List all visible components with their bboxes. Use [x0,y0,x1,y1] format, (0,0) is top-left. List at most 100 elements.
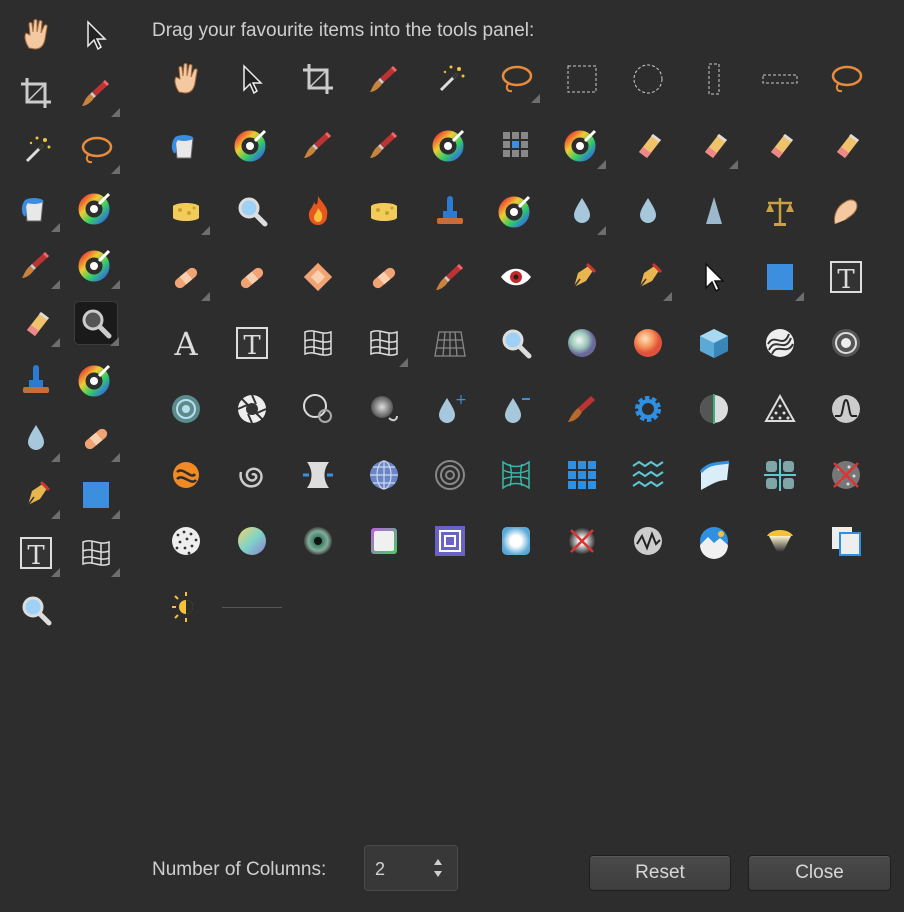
palette-tool-cross[interactable] [560,519,604,563]
palette-tool-artistic-text[interactable]: A [164,321,208,365]
panel-tool-mixer-brush[interactable] [74,243,120,289]
panel-tool-clone-stamp[interactable] [14,358,58,402]
palette-tool-swirl[interactable] [758,321,802,365]
palette-tool-twirl[interactable] [230,453,274,497]
palette-tool-node-pointer[interactable] [692,255,736,299]
palette-tool-lens[interactable] [296,387,340,431]
palette-tool-freehand-lasso[interactable] [824,57,868,101]
palette-tool-brush[interactable] [296,123,340,167]
palette-tool-flood-eraser[interactable] [824,123,868,167]
palette-tool-remove-noise[interactable] [824,453,868,497]
palette-tool-lasso[interactable] [494,57,540,103]
palette-tool-paint-brush[interactable] [362,57,406,101]
palette-tool-exposure[interactable] [164,585,208,629]
palette-tool-vignette-square[interactable] [494,519,538,563]
palette-tool-cube[interactable] [692,321,736,365]
palette-tool-mesh-warp[interactable] [296,321,340,365]
palette-tool-ripple[interactable] [824,321,868,365]
palette-tool-rectangle[interactable] [758,255,804,301]
palette-tool-marquee-ellipse[interactable] [626,57,670,101]
palette-tool-color-wheel[interactable] [230,123,274,167]
palette-tool-pen[interactable] [626,255,672,301]
panel-tool-fill-bucket[interactable] [14,186,60,232]
palette-tool-smudge-hand[interactable] [824,189,868,233]
stepper-arrows-icon[interactable] [431,856,445,880]
panel-tool-crop[interactable] [14,71,58,115]
palette-tool-zigzag[interactable] [626,453,670,497]
palette-tool-patch-bandage[interactable] [164,255,210,301]
palette-tool-marquee-column[interactable] [692,57,736,101]
palette-tool-gear[interactable] [626,387,670,431]
panel-tool-zoom[interactable] [14,588,58,632]
palette-tool-pinch[interactable] [296,453,340,497]
palette-tool-paint-mixer[interactable] [560,387,604,431]
panel-tool-patch-bandage[interactable] [74,416,120,462]
panel-tool-pen[interactable] [14,473,60,519]
palette-tool-blur-drop[interactable] [560,189,606,235]
palette-tool-sphere[interactable] [560,321,604,365]
columns-stepper[interactable]: 2 [364,845,458,891]
palette-tool-color-replace-brush[interactable] [560,123,606,169]
panel-tool-brush[interactable] [14,243,60,289]
palette-tool-fill-bucket[interactable] [164,123,208,167]
palette-tool-split[interactable] [758,453,802,497]
panel-tool-hand[interactable] [14,13,58,57]
panel-tool-zoom[interactable] [74,300,119,346]
palette-tool-retouch-brush[interactable] [494,189,538,233]
palette-tool-magic-wand[interactable] [428,57,472,101]
panel-tool-retouch-brush[interactable] [74,358,118,402]
palette-tool-smudge-cone[interactable] [692,189,736,233]
reset-button[interactable]: Reset [589,855,731,891]
palette-tool-landscape[interactable] [692,519,736,563]
palette-tool-zoom[interactable] [230,189,274,233]
palette-tool-globe[interactable] [362,453,406,497]
panel-tool-mesh-warp[interactable] [74,531,120,577]
palette-tool-emboss[interactable] [164,387,208,431]
palette-tool-marquee-row[interactable] [758,57,802,101]
panel-tool-rectangle[interactable] [74,473,120,519]
panel-tool-text-frame[interactable]: T [14,531,60,577]
palette-tool-mesh-warp[interactable] [362,321,408,367]
palette-tool-eye[interactable] [296,519,340,563]
palette-tool-hand[interactable] [164,57,208,101]
palette-tool-orange-swirl[interactable] [164,453,208,497]
palette-tool-noise[interactable] [164,519,208,563]
palette-tool-sponge[interactable] [164,189,210,235]
palette-tool-duplicate[interactable] [824,519,868,563]
palette-tool-lamp[interactable] [758,519,802,563]
panel-tool-eraser[interactable] [14,301,60,347]
palette-tool-brush[interactable] [362,123,406,167]
close-button[interactable]: Close [748,855,891,891]
palette-tool-marquee-rect[interactable] [560,57,604,101]
palette-tool-grid[interactable] [494,123,538,167]
panel-tool-magic-wand[interactable] [14,128,58,172]
palette-tool-mixer-brush[interactable] [428,123,472,167]
panel-tool-color-wheel[interactable] [74,186,118,230]
palette-tool-background-eraser[interactable] [758,123,802,167]
palette-tool-zoom[interactable] [494,321,538,365]
palette-tool-gradient-sphere[interactable] [230,519,274,563]
panel-tool-paint-brush[interactable] [74,71,120,117]
palette-tool-burn-drop[interactable] [494,387,538,431]
palette-tool-pixel-grid[interactable] [560,453,604,497]
palette-tool-sharpen-drop[interactable] [626,189,670,233]
palette-tool-shear[interactable] [692,453,736,497]
palette-tool-selection-brush[interactable] [428,255,472,299]
palette-tool-aperture[interactable] [230,387,274,431]
columns-value[interactable]: 2 [375,859,385,880]
palette-tool-inpaint-diamond[interactable] [296,255,340,299]
palette-tool-sponge[interactable] [362,189,406,233]
palette-tool-eraser[interactable] [692,123,738,169]
palette-tool-text-frame[interactable]: T [230,321,274,365]
palette-tool-crop[interactable] [296,57,340,101]
palette-tool-triangle-dots[interactable] [758,387,802,431]
palette-tool-blur-glow[interactable] [362,387,406,431]
palette-tool-perspective-grid[interactable] [428,321,472,365]
panel-tool-blur-drop[interactable] [14,416,60,462]
palette-tool-pen[interactable] [560,255,604,299]
panel-tool-lasso[interactable] [74,128,120,174]
palette-tool-red-eye[interactable] [494,255,538,299]
panel-tool-pointer[interactable] [74,13,118,57]
palette-tool-selection-bandage[interactable] [362,255,406,299]
palette-tool-patch-bandage[interactable] [230,255,274,299]
